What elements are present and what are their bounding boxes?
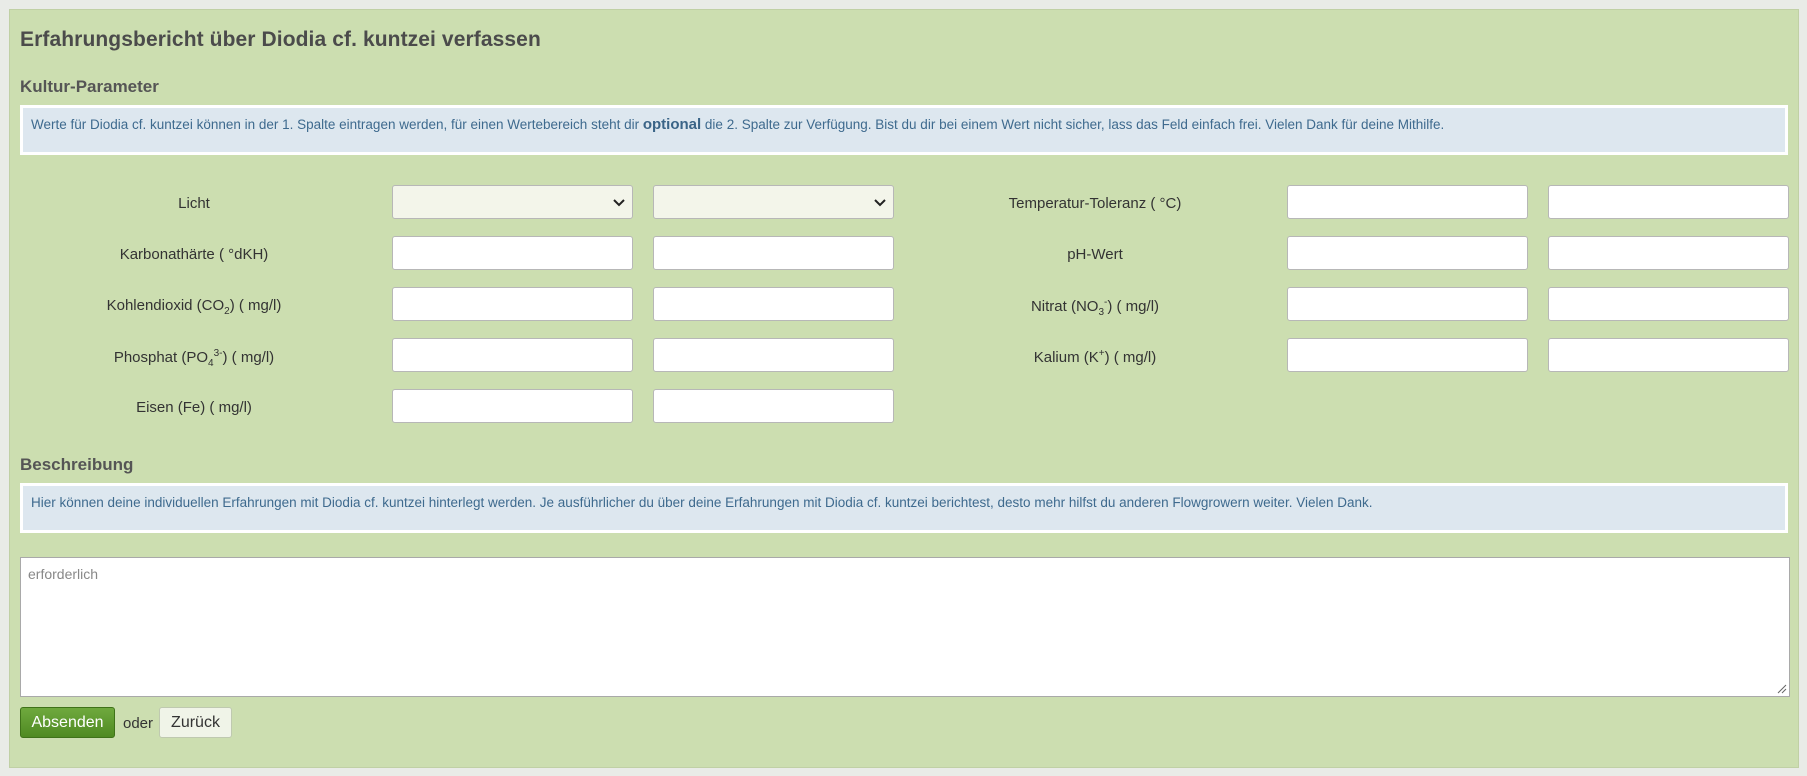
light-select-2[interactable] — [653, 185, 894, 219]
carbonate-hardness-input-2[interactable] — [653, 236, 894, 270]
parameters-info-text-1: Werte für Diodia cf. kuntzei können in d… — [31, 117, 643, 132]
potassium-label: Kalium (K+) ( mg/l) — [1033, 348, 1157, 366]
light-label: Licht — [178, 195, 210, 212]
or-text: oder — [123, 715, 154, 732]
ph-label: pH-Wert — [1067, 246, 1123, 263]
nitrate-label: Nitrat (NO3-) ( mg/l) — [1030, 297, 1160, 318]
iron-input-2[interactable] — [653, 389, 894, 423]
parameters-info-text-2: die 2. Spalte zur Verfügung. Bist du dir… — [701, 117, 1445, 132]
description-textarea[interactable]: erforderlich — [20, 557, 1790, 697]
submit-button[interactable]: Absenden — [20, 707, 115, 738]
ph-input-1[interactable] — [1287, 236, 1528, 270]
potassium-input-1[interactable] — [1287, 338, 1528, 372]
chevron-down-icon — [613, 199, 625, 207]
temperature-input-2[interactable] — [1548, 185, 1789, 219]
page-title: Erfahrungsbericht über Diodia cf. kuntze… — [20, 28, 541, 51]
phosphate-input-2[interactable] — [653, 338, 894, 372]
potassium-input-2[interactable] — [1548, 338, 1789, 372]
co2-label: Kohlendioxid (CO2) ( mg/l) — [106, 297, 282, 317]
iron-label: Eisen (Fe) ( mg/l) — [136, 399, 252, 416]
description-placeholder: erforderlich — [28, 566, 99, 582]
back-button[interactable]: Zurück — [159, 707, 232, 738]
parameters-info-box: Werte für Diodia cf. kuntzei können in d… — [20, 105, 1788, 155]
form-panel: Erfahrungsbericht über Diodia cf. kuntze… — [9, 9, 1799, 768]
description-info-box: Hier können deine individuellen Erfahrun… — [20, 483, 1788, 533]
parameters-info-bold: optional — [642, 116, 702, 133]
description-heading: Beschreibung — [20, 455, 134, 474]
temperature-label: Temperatur-Toleranz ( °C) — [1008, 195, 1182, 212]
carbonate-hardness-input-1[interactable] — [392, 236, 633, 270]
temperature-input-1[interactable] — [1287, 185, 1528, 219]
light-select-1[interactable] — [392, 185, 633, 219]
parameters-heading: Kultur-Parameter — [20, 77, 159, 96]
resize-handle-icon[interactable] — [1777, 684, 1787, 694]
carbonate-hardness-label: Karbonathärte ( °dKH) — [119, 246, 269, 263]
nitrate-input-2[interactable] — [1548, 287, 1789, 321]
co2-input-1[interactable] — [392, 287, 633, 321]
iron-input-1[interactable] — [392, 389, 633, 423]
nitrate-input-1[interactable] — [1287, 287, 1528, 321]
phosphate-label: Phosphat (PO43-) ( mg/l) — [113, 348, 275, 369]
ph-input-2[interactable] — [1548, 236, 1789, 270]
co2-input-2[interactable] — [653, 287, 894, 321]
phosphate-input-1[interactable] — [392, 338, 633, 372]
chevron-down-icon — [874, 199, 886, 207]
